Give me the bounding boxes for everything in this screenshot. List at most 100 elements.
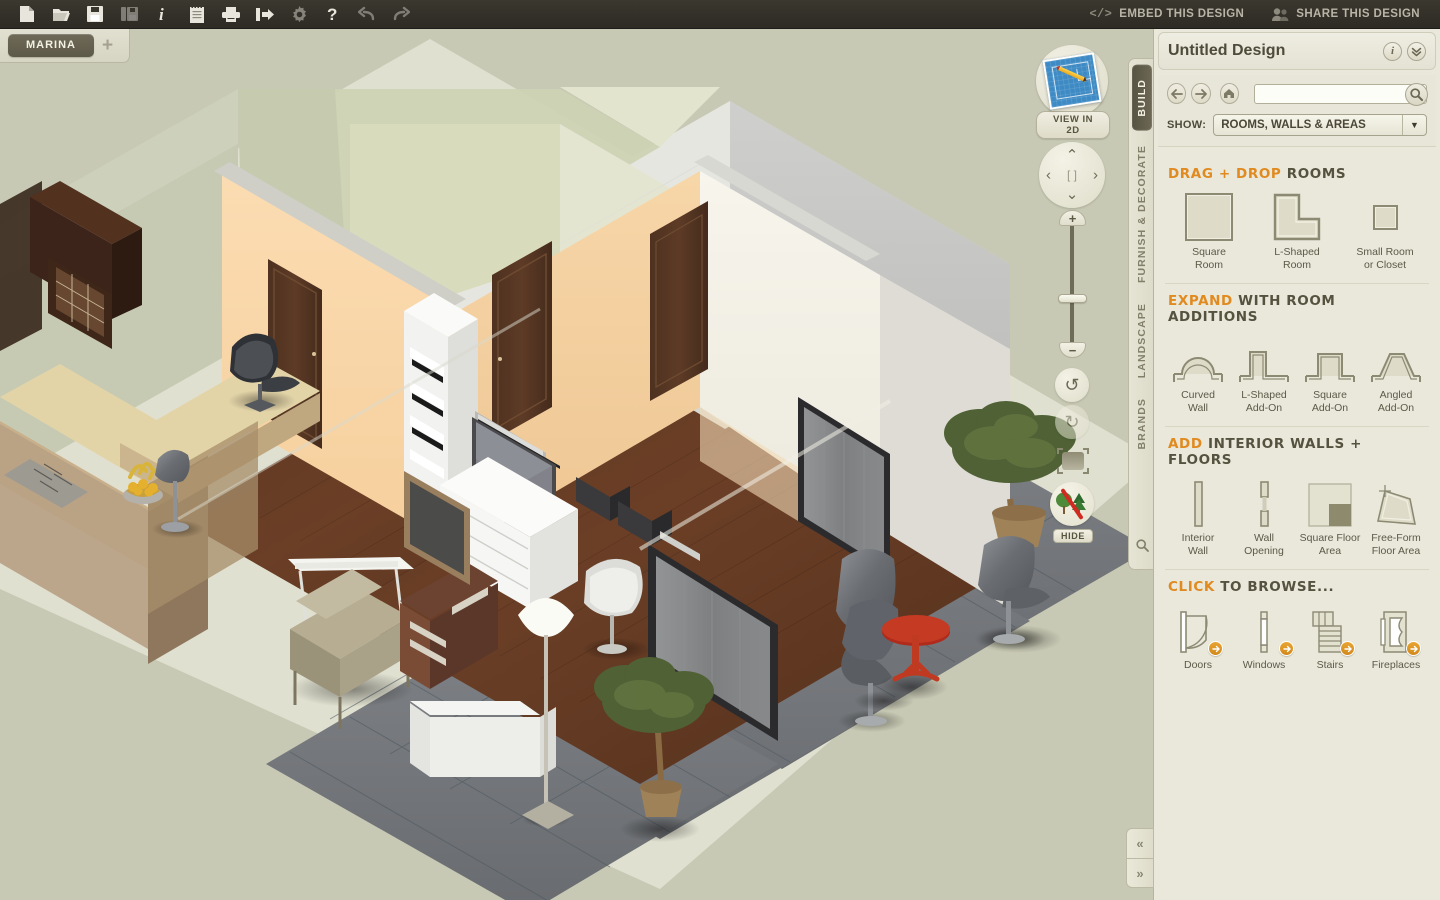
redo-icon[interactable] xyxy=(384,2,418,27)
print-icon[interactable] xyxy=(214,2,248,27)
hide-button-label[interactable]: HIDE xyxy=(1053,529,1093,543)
rotate-cw-button[interactable]: ↻ xyxy=(1055,405,1089,439)
rotate-ccw-button[interactable]: ↺ xyxy=(1055,368,1089,402)
toolbar-icon-group: i ? xyxy=(0,2,418,27)
mode-tab-rail: BUILD FURNISH & DECORATE LANDSCAPE BRAND… xyxy=(1128,58,1155,570)
rail-tab-build[interactable]: BUILD xyxy=(1132,65,1152,131)
item-small-room-closet[interactable]: Small Room or Closet xyxy=(1341,191,1429,277)
zoom-out-button[interactable]: − xyxy=(1059,342,1086,358)
item-label-stairs: Stairs xyxy=(1316,659,1344,671)
design-tab-marina[interactable]: MARINA xyxy=(8,34,94,57)
panel-sections: DRAG + DROP ROOMS Square Room L-Shaped R… xyxy=(1154,147,1440,678)
section-title-rooms: DRAG + DROP ROOMS xyxy=(1168,166,1429,182)
undo-icon[interactable] xyxy=(350,2,384,27)
panel-info-button[interactable]: i xyxy=(1383,41,1402,61)
embed-design-button[interactable]: </> EMBED THIS DESIGN xyxy=(1083,4,1250,24)
zoom-in-button[interactable]: + xyxy=(1059,210,1086,226)
item-doors[interactable]: Doors xyxy=(1165,604,1231,678)
floorplanner-app: i ? </> EMBED THIS DESIGN SHARE THIS DES… xyxy=(0,0,1440,900)
item-label-square-floor-area: Square Floor Area xyxy=(1299,532,1361,557)
save-icon[interactable] xyxy=(78,2,112,27)
show-filter-select[interactable]: ROOMS, WALLS & AREAS ▼ xyxy=(1213,114,1427,136)
item-label-fireplaces: Fireplaces xyxy=(1371,659,1421,671)
item-l-shaped-room[interactable]: L-Shaped Room xyxy=(1253,191,1341,277)
item-square-addon[interactable]: Square Add-On xyxy=(1297,334,1363,420)
svg-text:i: i xyxy=(159,6,164,23)
panel-search-button[interactable] xyxy=(1404,82,1428,106)
collapse-next-button[interactable]: » xyxy=(1126,858,1154,888)
settings-gear-icon[interactable] xyxy=(282,2,316,27)
hide-plants-control[interactable]: HIDE xyxy=(1050,482,1096,544)
zoom-slider-track[interactable] xyxy=(1070,220,1074,350)
view-in-2d-control[interactable]: VIEW IN 2D xyxy=(1036,45,1110,139)
hide-plants-icon[interactable] xyxy=(1050,482,1094,526)
panel-collapse-button[interactable] xyxy=(1407,41,1426,61)
collapse-prev-button[interactable]: « xyxy=(1126,828,1154,858)
add-design-tab-button[interactable]: + xyxy=(102,36,113,55)
item-square-floor-area[interactable]: Square Floor Area xyxy=(1297,477,1363,563)
item-angled-addon[interactable]: Angled Add-On xyxy=(1363,334,1429,420)
section-rest-rooms: ROOMS xyxy=(1286,166,1347,182)
zoom-slider-handle[interactable] xyxy=(1058,294,1087,303)
section-title-walls: ADD INTERIOR WALLS + FLOORS xyxy=(1168,436,1429,468)
section-title-browse: CLICK TO BROWSE... xyxy=(1168,579,1429,595)
pan-center-button[interactable]: [ ] xyxy=(1067,169,1077,181)
item-curved-wall[interactable]: Curved Wall xyxy=(1165,334,1231,420)
item-free-form-floor-area[interactable]: Free-Form Floor Area xyxy=(1363,477,1429,563)
angled-addon-icon xyxy=(1364,336,1428,384)
item-label-square-addon: Square Add-On xyxy=(1311,389,1349,414)
item-label-l-shaped-addon: L-Shaped Add-On xyxy=(1241,389,1287,414)
chevron-down-icon[interactable]: ▼ xyxy=(1402,115,1426,135)
windows-icon xyxy=(1232,606,1296,656)
rail-tab-brands[interactable]: BRANDS xyxy=(1134,388,1150,460)
design-canvas-3d[interactable] xyxy=(0,29,1155,900)
item-label-l-shaped-room: L-Shaped Room xyxy=(1274,246,1320,271)
floorplan-3d-render xyxy=(0,39,1155,900)
toolbar-right-actions: </> EMBED THIS DESIGN SHARE THIS DESIGN xyxy=(1083,4,1440,25)
share-design-button[interactable]: SHARE THIS DESIGN xyxy=(1266,4,1426,25)
material-swatch-button[interactable] xyxy=(1057,448,1089,474)
pan-down-button[interactable]: ⌄ xyxy=(1066,187,1079,202)
share-design-label: SHARE THIS DESIGN xyxy=(1296,8,1420,20)
l-shaped-room-icon xyxy=(1254,193,1340,241)
item-stairs[interactable]: Stairs xyxy=(1297,604,1363,678)
help-icon[interactable]: ? xyxy=(316,2,350,27)
section-divider-3 xyxy=(1165,569,1429,570)
rail-tab-landscape[interactable]: LANDSCAPE xyxy=(1134,293,1150,388)
item-square-room[interactable]: Square Room xyxy=(1165,191,1253,277)
square-floor-area-icon xyxy=(1298,479,1362,527)
open-design-icon[interactable] xyxy=(44,2,78,27)
pan-up-button[interactable]: ⌃ xyxy=(1066,148,1079,163)
item-windows[interactable]: Windows xyxy=(1231,604,1297,678)
nav-back-button[interactable] xyxy=(1167,83,1187,104)
item-l-shaped-addon[interactable]: L-Shaped Add-On xyxy=(1231,334,1297,420)
item-interior-wall[interactable]: Interior Wall xyxy=(1165,477,1231,563)
item-wall-opening[interactable]: Wall Opening xyxy=(1231,477,1297,563)
doors-icon xyxy=(1166,606,1230,656)
fireplaces-icon xyxy=(1364,606,1428,656)
pan-left-button[interactable]: ‹ xyxy=(1046,168,1051,183)
view-2d-thumbnail[interactable] xyxy=(1036,45,1108,117)
zoom-slider[interactable]: + − xyxy=(1056,210,1088,358)
info-icon[interactable]: i xyxy=(146,2,180,27)
export-icon[interactable] xyxy=(248,2,282,27)
section-room-additions: EXPAND WITH ROOM ADDITIONS Curved Wall L… xyxy=(1165,293,1429,420)
rail-search-icon[interactable] xyxy=(1135,539,1149,557)
pan-control-pad[interactable]: ⌃ ⌄ ‹ › [ ] xyxy=(1039,142,1105,208)
item-label-free-form-floor-area: Free-Form Floor Area xyxy=(1371,532,1421,557)
nav-home-button[interactable] xyxy=(1219,83,1239,104)
save-as-icon[interactable] xyxy=(112,2,146,27)
item-label-windows: Windows xyxy=(1242,659,1286,671)
pan-right-button[interactable]: › xyxy=(1093,168,1098,183)
section-accent-additions: EXPAND xyxy=(1168,293,1233,309)
new-design-icon[interactable] xyxy=(10,2,44,27)
item-label-small-room: Small Room or Closet xyxy=(1356,246,1414,271)
view-in-2d-label[interactable]: VIEW IN 2D xyxy=(1036,111,1110,139)
panel-search-input[interactable] xyxy=(1254,87,1426,100)
rail-tab-furnish-decorate[interactable]: FURNISH & DECORATE xyxy=(1134,135,1150,293)
people-icon xyxy=(1272,7,1289,22)
item-fireplaces[interactable]: Fireplaces xyxy=(1363,604,1429,678)
nav-forward-button[interactable] xyxy=(1191,83,1211,104)
panel-search-box[interactable] xyxy=(1253,82,1428,106)
notes-icon[interactable] xyxy=(180,2,214,27)
